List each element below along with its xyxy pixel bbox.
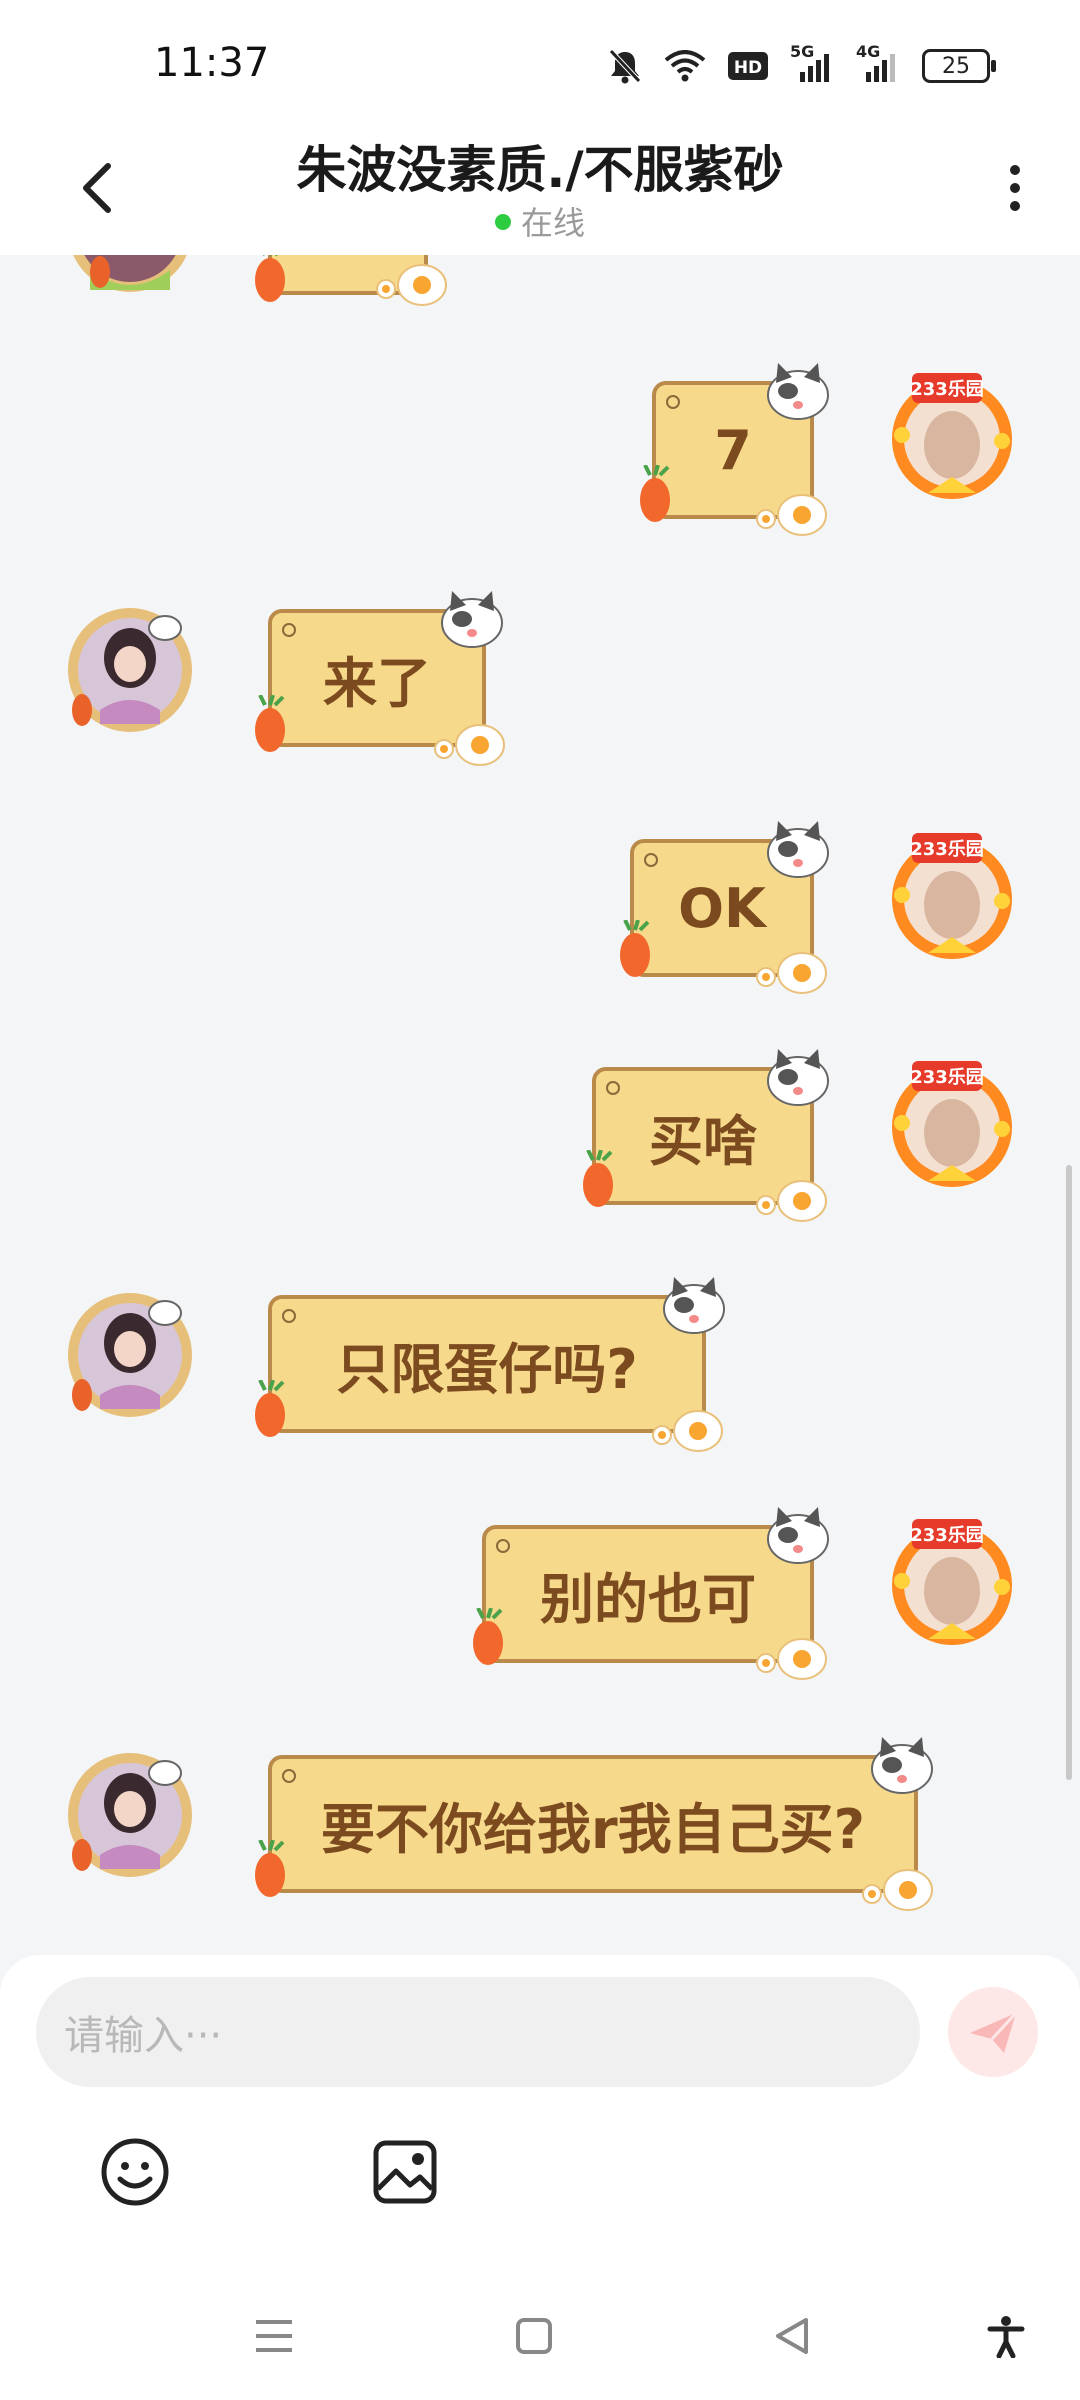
scrollbar[interactable] bbox=[1066, 1165, 1072, 1780]
cat-icon bbox=[767, 1049, 829, 1106]
carrot-icon bbox=[255, 695, 285, 752]
avatar-badge: 233乐园 bbox=[910, 839, 984, 860]
user-avatar[interactable]: 233乐园 bbox=[882, 1511, 1022, 1651]
carrot-icon bbox=[255, 255, 285, 302]
pin-icon bbox=[666, 395, 680, 409]
image-icon[interactable] bbox=[370, 2137, 440, 2207]
pin-icon bbox=[496, 1539, 510, 1553]
battery-level: 25 bbox=[942, 53, 970, 79]
egg-icon bbox=[376, 264, 447, 306]
more-options-icon[interactable] bbox=[1000, 152, 1030, 222]
user-avatar[interactable]: 233乐园 bbox=[882, 825, 1022, 965]
message-input[interactable]: 请输入··· bbox=[36, 1977, 920, 2087]
signal-5g-icon: 5G bbox=[790, 42, 834, 84]
cat-icon bbox=[663, 1277, 725, 1334]
egg-icon bbox=[756, 1638, 827, 1680]
cat-icon bbox=[767, 363, 829, 420]
cat-icon bbox=[767, 821, 829, 878]
online-dot-icon bbox=[494, 214, 511, 230]
egg-icon bbox=[756, 952, 827, 994]
contact-avatar[interactable] bbox=[60, 1285, 200, 1425]
chat-header: 朱波没素质./不服紫砂 在线 bbox=[0, 130, 1080, 255]
message-text: 来了 bbox=[323, 651, 431, 715]
screen: 11:37 HD 5G 4G 25 朱波没素质./不服紫砂 在线 7 233乐园… bbox=[0, 0, 1080, 2400]
status-icons: HD 5G 4G 25 bbox=[608, 42, 996, 88]
cat-icon bbox=[871, 1737, 933, 1794]
cat-icon bbox=[441, 591, 503, 648]
wifi-icon bbox=[664, 50, 706, 82]
carrot-icon bbox=[255, 1380, 285, 1437]
message-text: 只限蛋仔吗? bbox=[336, 1337, 638, 1401]
send-button[interactable] bbox=[948, 1987, 1038, 2077]
user-avatar[interactable]: 233乐园 bbox=[882, 1053, 1022, 1193]
egg-icon bbox=[434, 724, 505, 766]
pin-icon bbox=[282, 1309, 296, 1323]
contact-avatar[interactable] bbox=[60, 255, 200, 300]
cat-icon bbox=[767, 1507, 829, 1564]
svg-text:HD: HD bbox=[734, 58, 762, 78]
avatar-badge: 233乐园 bbox=[910, 1525, 984, 1546]
accessibility-icon[interactable] bbox=[984, 2314, 1028, 2358]
message-text: OK bbox=[678, 876, 766, 940]
carrot-icon bbox=[473, 1608, 503, 1665]
mute-bell-icon bbox=[609, 49, 641, 84]
home-icon[interactable] bbox=[512, 2314, 556, 2358]
online-status-label: 在线 bbox=[520, 204, 585, 242]
menu-icon[interactable] bbox=[252, 2314, 296, 2358]
hd-voice-icon: HD bbox=[728, 52, 768, 80]
avatar-badge: 233乐园 bbox=[910, 379, 984, 400]
message-text: 买啥 bbox=[649, 1109, 757, 1173]
carrot-icon bbox=[583, 1150, 613, 1207]
message-bubble-received[interactable]: 只限蛋仔吗? bbox=[268, 1295, 706, 1433]
message-text: 别的也可 bbox=[540, 1567, 756, 1631]
carrot-icon bbox=[255, 1840, 285, 1897]
status-time: 11:37 bbox=[154, 40, 270, 86]
battery-icon: 25 bbox=[922, 49, 996, 83]
message-list[interactable]: 7 233乐园 来了 OK 233乐园 买啥 233乐园 只限蛋仔吗? 别的也可… bbox=[0, 255, 1080, 1955]
pin-icon bbox=[606, 1081, 620, 1095]
back-icon[interactable] bbox=[770, 2314, 814, 2358]
system-navigation-bar bbox=[0, 2270, 1080, 2400]
egg-icon bbox=[756, 494, 827, 536]
pin-icon bbox=[282, 1769, 296, 1783]
egg-icon bbox=[652, 1410, 723, 1452]
contact-avatar[interactable] bbox=[60, 600, 200, 740]
online-status: 在线 bbox=[0, 198, 1080, 244]
contact-name: 朱波没素质./不服紫砂 bbox=[296, 141, 784, 199]
message-bubble-received[interactable]: 要不你给我r我自己买? bbox=[268, 1755, 918, 1893]
message-text: 7 bbox=[714, 418, 752, 482]
status-bar: 11:37 HD 5G 4G 25 bbox=[0, 0, 1080, 130]
input-placeholder: 请输入··· bbox=[64, 2013, 223, 2059]
message-text: 要不你给我r我自己买? bbox=[321, 1797, 865, 1861]
contact-avatar[interactable] bbox=[60, 1745, 200, 1885]
egg-icon bbox=[756, 1180, 827, 1222]
signal-4g-icon: 4G bbox=[856, 42, 900, 84]
carrot-icon bbox=[640, 465, 670, 522]
avatar-badge: 233乐园 bbox=[910, 1067, 984, 1088]
user-avatar[interactable]: 233乐园 bbox=[882, 365, 1022, 505]
egg-icon bbox=[862, 1869, 933, 1911]
pin-icon bbox=[282, 623, 296, 637]
pin-icon bbox=[644, 853, 658, 867]
carrot-icon bbox=[620, 920, 650, 977]
emoji-icon[interactable] bbox=[100, 2137, 170, 2207]
